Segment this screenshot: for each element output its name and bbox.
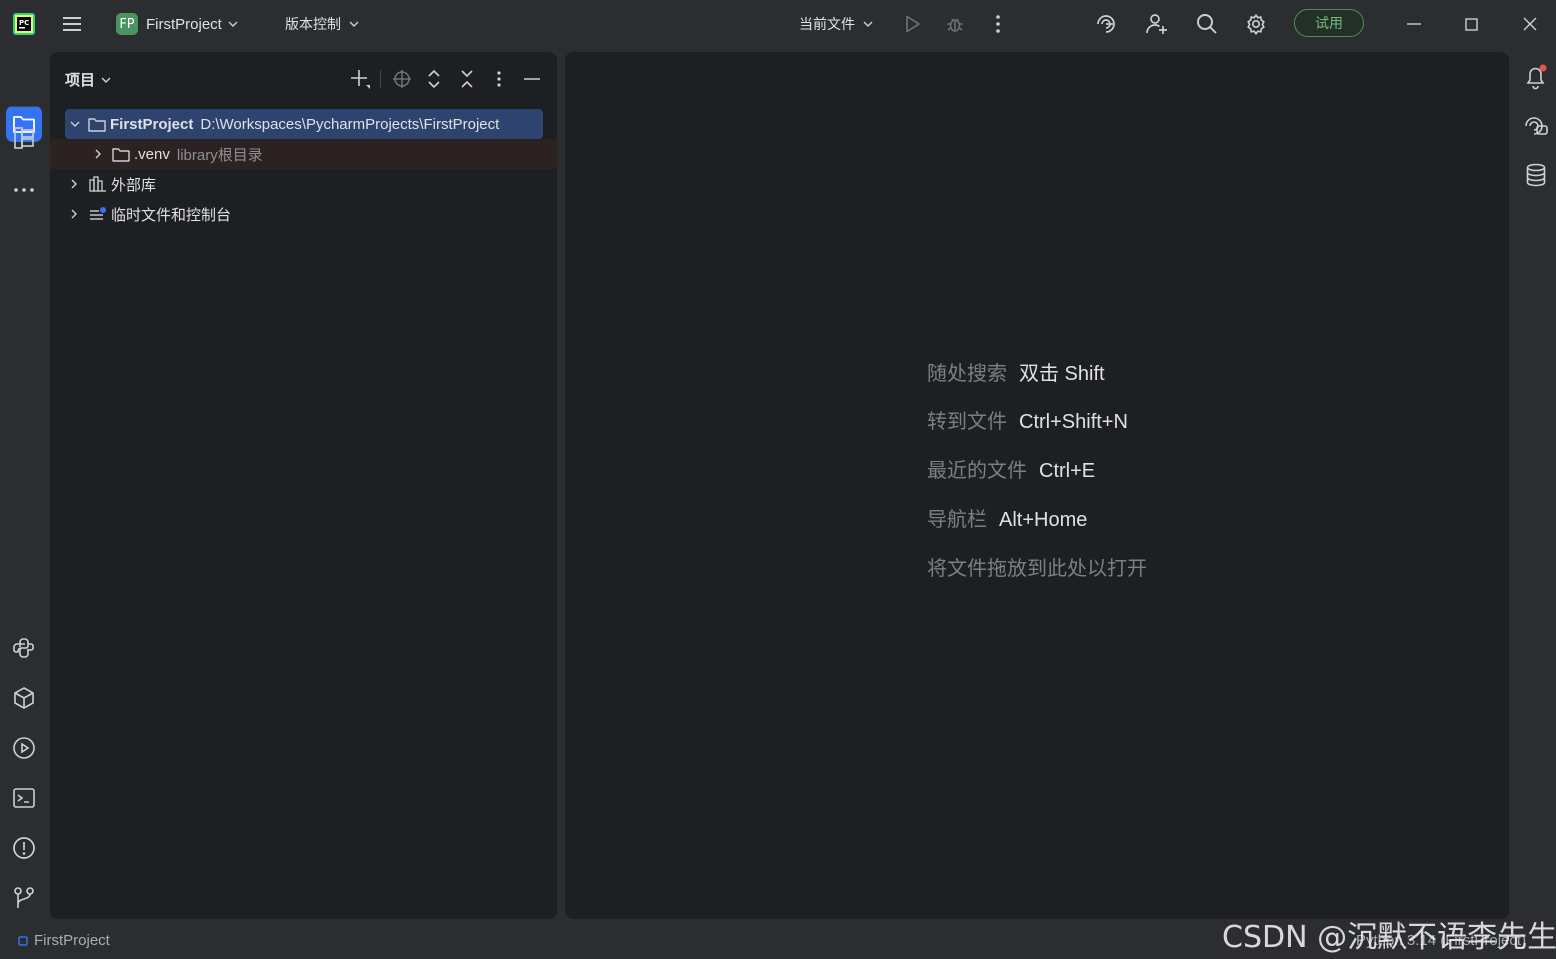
structure-icon[interactable] — [12, 126, 36, 150]
hint-shortcut: 双击 Shift — [1019, 363, 1105, 385]
minimize-window-icon[interactable] — [1402, 12, 1426, 36]
project-view-selector[interactable]: 项目 — [65, 69, 111, 90]
code-with-me-icon[interactable] — [1145, 12, 1169, 36]
more-vertical-icon[interactable] — [987, 13, 1009, 35]
python-packages-icon[interactable] — [12, 686, 36, 710]
svg-text:PC: PC — [19, 19, 29, 27]
hint-shortcut: Ctrl+E — [1039, 460, 1096, 482]
hamburger-menu-icon[interactable] — [60, 12, 84, 36]
debug-icon[interactable] — [944, 13, 966, 35]
chevron-right-icon[interactable] — [71, 179, 77, 189]
tree-item-project-root[interactable]: FirstProject D:\Workspaces\PycharmProjec… — [65, 109, 543, 139]
hint-navigation-bar: 导航栏 Alt+Home — [927, 503, 1087, 532]
hint-shortcut: Alt+Home — [999, 509, 1088, 531]
run-icon[interactable] — [902, 13, 924, 35]
ai-chat-icon[interactable] — [1523, 113, 1549, 139]
chevron-down-icon — [349, 21, 359, 27]
services-icon[interactable] — [12, 736, 36, 760]
vcs-label: 版本控制 — [285, 16, 341, 32]
run-config-selector[interactable]: 当前文件 — [799, 0, 873, 48]
locate-icon[interactable] — [390, 67, 414, 91]
close-window-icon[interactable] — [1518, 12, 1542, 36]
maximize-window-icon[interactable] — [1459, 12, 1483, 36]
hint-label: 随处搜索 — [927, 363, 1007, 385]
chevron-down-icon — [101, 77, 111, 83]
tree-item-venv[interactable]: .venv library根目录 — [50, 139, 557, 169]
ai-assistant-icon[interactable] — [1094, 12, 1118, 36]
drop-hint: 将文件拖放到此处以打开 — [927, 558, 1147, 580]
csdn-watermark: CSDN @沉默不语李先生 — [1222, 920, 1556, 955]
more-vertical-icon[interactable] — [487, 67, 511, 91]
project-name: FirstProject — [146, 15, 222, 33]
search-icon[interactable] — [1195, 12, 1219, 36]
hint-shortcut: Ctrl+Shift+N — [1019, 411, 1128, 433]
external-libs-label: 外部库 — [111, 176, 157, 194]
left-tool-strip — [0, 48, 48, 920]
status-project-name: FirstProject — [34, 932, 110, 949]
more-horizontal-icon[interactable] — [12, 178, 36, 202]
project-switcher[interactable]: FP FirstProject — [116, 0, 238, 48]
hint-go-to-file: 转到文件 Ctrl+Shift+N — [927, 405, 1128, 434]
hint-label: 最近的文件 — [927, 460, 1027, 482]
venv-name: .venv — [134, 145, 170, 163]
hint-search-everywhere: 随处搜索 双击 Shift — [927, 357, 1105, 386]
chevron-down-icon — [228, 21, 238, 27]
panel-title: 项目 — [65, 72, 96, 89]
folder-icon — [112, 147, 130, 162]
toolbar-divider — [380, 70, 381, 88]
title-bar: PC FP FirstProject 版本控制 当前文件 试用 — [0, 0, 1556, 48]
collapse-all-icon[interactable] — [455, 67, 479, 91]
database-icon[interactable] — [1523, 162, 1549, 188]
hide-panel-icon[interactable] — [520, 67, 544, 91]
chevron-down-icon — [863, 21, 873, 27]
expand-all-icon[interactable] — [422, 67, 446, 91]
hint-label: 转到文件 — [927, 411, 1007, 433]
pycharm-logo-icon[interactable]: PC — [12, 12, 36, 36]
project-tool-window: 项目 FirstProject D:\Workspaces\PycharmPro… — [50, 52, 557, 919]
status-project-breadcrumb[interactable]: FirstProject — [18, 932, 110, 949]
chevron-down-icon[interactable] — [70, 121, 80, 127]
library-icon — [89, 176, 107, 192]
trial-button[interactable]: 试用 — [1294, 9, 1364, 37]
run-config-label: 当前文件 — [799, 16, 855, 32]
terminal-icon[interactable] — [12, 786, 36, 810]
project-badge: FP — [116, 13, 138, 35]
problems-icon[interactable] — [12, 836, 36, 860]
gear-icon[interactable] — [1244, 12, 1268, 36]
editor-empty-state: 随处搜索 双击 Shift 转到文件 Ctrl+Shift+N 最近的文件 Ctrl+… — [565, 52, 1509, 919]
add-icon[interactable] — [348, 67, 372, 91]
tree-item-scratches[interactable]: 临时文件和控制台 — [65, 199, 231, 229]
hint-drop-files: 将文件拖放到此处以打开 — [927, 552, 1159, 581]
project-root-path: D:\Workspaces\PycharmProjects\FirstProje… — [200, 115, 500, 133]
project-square-icon — [18, 935, 28, 946]
venv-hint: library根目录 — [176, 146, 263, 164]
vcs-menu[interactable]: 版本控制 — [285, 0, 359, 48]
chevron-right-icon[interactable] — [95, 149, 101, 159]
scratches-icon — [89, 206, 107, 222]
notifications-icon[interactable] — [1523, 64, 1549, 90]
python-console-icon[interactable] — [12, 636, 36, 660]
right-tool-strip — [1512, 48, 1556, 920]
chevron-right-icon[interactable] — [71, 209, 77, 219]
project-root-name: FirstProject — [110, 115, 194, 133]
hint-label: 导航栏 — [927, 509, 987, 531]
hint-recent-files: 最近的文件 Ctrl+E — [927, 454, 1095, 483]
divider — [10, 106, 38, 107]
scratches-label: 临时文件和控制台 — [111, 206, 232, 224]
folder-icon — [88, 117, 106, 132]
git-branch-icon[interactable] — [12, 886, 36, 910]
tree-item-external-libraries[interactable]: 外部库 — [65, 169, 156, 199]
